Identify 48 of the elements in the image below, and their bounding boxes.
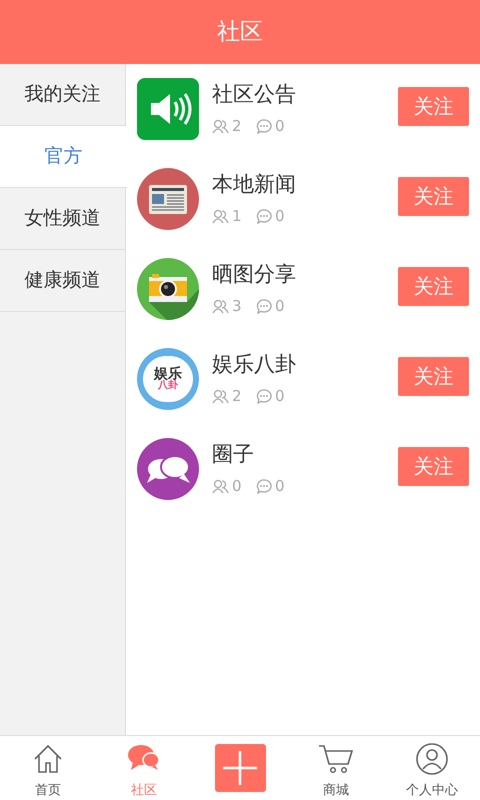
cart-icon xyxy=(318,743,354,775)
nav-tab[interactable]: 商城 xyxy=(318,739,354,797)
channel-name: 社区公告 xyxy=(212,80,297,107)
member-count: 2 xyxy=(232,116,243,137)
logo-text: 八卦 xyxy=(158,381,178,391)
home-icon xyxy=(32,743,64,775)
nav-tab[interactable]: 个人中心 xyxy=(406,739,458,797)
comment-count: 0 xyxy=(275,296,285,317)
members-icon xyxy=(212,208,229,224)
follow-button[interactable]: 关注 xyxy=(398,356,469,396)
chat-icon xyxy=(127,743,161,773)
member-count: 2 xyxy=(232,386,243,407)
plus-icon xyxy=(223,751,257,785)
follow-button[interactable]: 关注 xyxy=(398,446,469,486)
member-count: 0 xyxy=(232,476,243,497)
comment-count: 0 xyxy=(275,476,285,497)
comment-count: 0 xyxy=(275,386,285,407)
sidebar-tab[interactable]: 官方 xyxy=(0,126,127,188)
logo-text: 娱乐 xyxy=(154,367,182,381)
add-button[interactable] xyxy=(214,744,266,792)
comment-count: 0 xyxy=(275,206,285,227)
nav-tab[interactable]: 社区 xyxy=(127,739,161,797)
members-icon xyxy=(212,118,229,134)
camera-icon xyxy=(137,258,199,320)
nav-tab[interactable]: 首页 xyxy=(32,739,64,797)
follow-button[interactable]: 关注 xyxy=(398,86,469,126)
comment-icon xyxy=(256,118,272,134)
members-icon xyxy=(212,478,229,494)
comment-count: 0 xyxy=(275,116,285,137)
profile-icon xyxy=(416,743,448,775)
comment-icon xyxy=(256,388,272,404)
speaker-icon xyxy=(137,78,199,140)
follow-button[interactable]: 关注 xyxy=(398,176,469,216)
comment-icon xyxy=(256,208,272,224)
comment-icon xyxy=(256,298,272,314)
follow-button[interactable]: 关注 xyxy=(398,266,469,306)
member-count: 1 xyxy=(232,206,243,227)
newspaper-icon xyxy=(137,168,199,230)
members-icon xyxy=(212,298,229,314)
members-icon xyxy=(212,388,229,404)
channel-name: 晒图分享 xyxy=(212,260,297,287)
channel-name: 娱乐八卦 xyxy=(212,350,297,377)
channel-name: 本地新闻 xyxy=(212,170,297,197)
chat-bubbles-icon xyxy=(137,438,199,500)
member-count: 3 xyxy=(232,296,243,317)
comment-icon xyxy=(256,478,272,494)
channel-name: 圈子 xyxy=(212,440,255,467)
page-title: 社区 xyxy=(217,18,263,47)
